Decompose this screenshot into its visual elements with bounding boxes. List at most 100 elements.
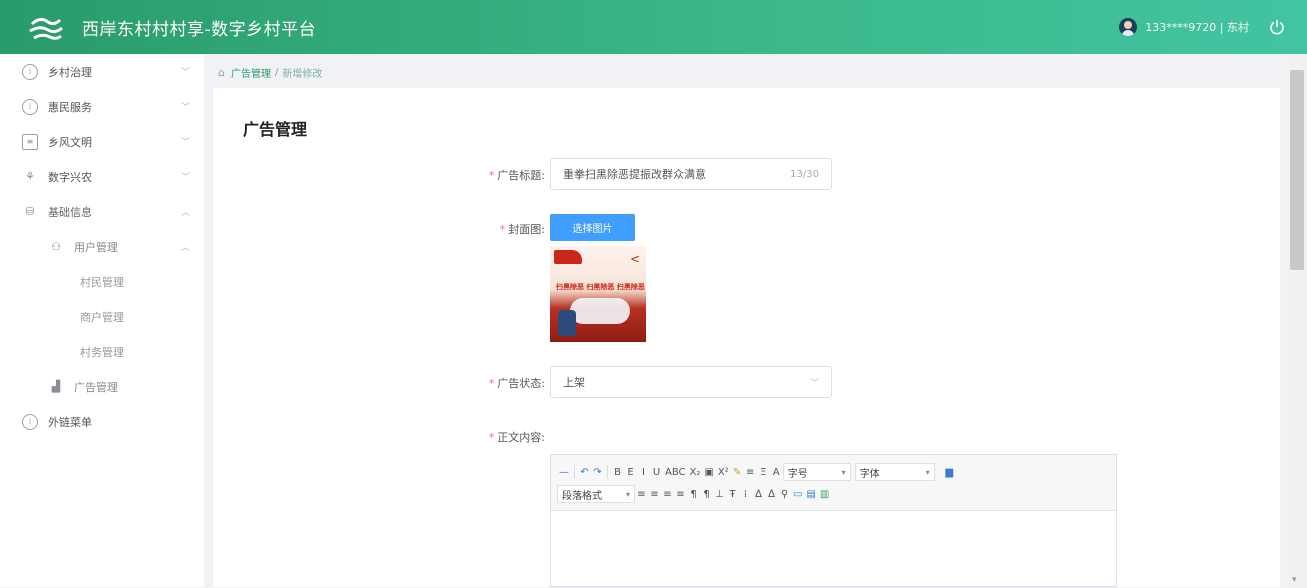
location-icon: ⌂ <box>218 65 225 79</box>
status-select[interactable]: 上架 ﹀ <box>550 366 832 398</box>
label-text: 广告状态: <box>497 377 545 390</box>
chevron-down-icon: ▾ <box>625 489 630 499</box>
content-label: * 正文内容: <box>488 431 545 444</box>
status-label: * 广告状态: <box>488 377 545 390</box>
sidebar-item-label: 用户管理 <box>74 240 118 254</box>
cover-slogan: 扫黑除恶 扫黑除恶 扫黑除恶 <box>556 283 645 291</box>
sidebar-item-merchant-mgmt[interactable]: 商户管理 <box>0 299 204 334</box>
sidebar-item-civilization[interactable]: ≡ 乡风文明 ﹀ <box>0 124 204 159</box>
chevron-down-icon: ﹀ <box>180 68 190 78</box>
font-size-label: 字号 <box>787 468 808 480</box>
figure-graphic <box>558 310 576 336</box>
sidebar-item-public-service[interactable]: ⁞ 惠民服务 ﹀ <box>0 89 204 124</box>
ad-title-label: * 广告标题: <box>488 169 545 182</box>
align-right-icon[interactable]: ≡ <box>661 485 674 503</box>
font-decrease-icon[interactable]: ᐃ <box>765 485 778 503</box>
sidebar-item-external-links[interactable]: ⁞ 外链菜单 <box>0 404 204 439</box>
sidebar-item-ad-mgmt[interactable]: ▟ 广告管理 <box>0 369 204 404</box>
sidebar-item-basic-info[interactable]: ⛁ 基础信息 ︿ <box>0 194 204 229</box>
breadcrumb-root[interactable]: 广告管理 <box>231 65 271 80</box>
app-title: 西岸东村村村享-数字乡村平台 <box>82 19 317 40</box>
bold-icon[interactable]: B <box>611 463 624 481</box>
ltr-icon[interactable]: ¶ <box>687 485 700 503</box>
align-center-icon[interactable]: ≡ <box>648 485 661 503</box>
chevron-up-icon: ︿ <box>180 208 190 218</box>
chevron-down-icon: ﹀ <box>180 138 190 148</box>
editor-toolbar: — ↶ ↷ B E I U ABC X₂ ▣ X² ✎ ≡ Ξ A 字号 ▾ 字… <box>551 455 1116 511</box>
rtl-icon[interactable]: ¶ <box>700 485 713 503</box>
search-icon[interactable]: ⚲ <box>778 485 791 503</box>
template-icon[interactable]: ▤ <box>804 485 817 503</box>
chevron-down-icon: ﹀ <box>180 173 190 183</box>
list-icon[interactable]: ⁞ <box>739 485 752 503</box>
chevron-up-icon: ︿ <box>180 243 190 253</box>
cover-image[interactable]: < 扫黑除恶 扫黑除恶 扫黑除恶 <box>550 246 646 342</box>
breadcrumb-separator: / <box>274 66 279 78</box>
power-icon[interactable] <box>1269 19 1285 35</box>
top-header: 西岸东村村村享-数字乡村平台 133****9720 | 东村 <box>0 0 1307 54</box>
scroll-down-icon[interactable]: ▾ <box>1292 575 1297 585</box>
breadcrumb-current: 新增修改 <box>282 68 323 80</box>
indent-icon[interactable]: ⊥ <box>713 485 726 503</box>
user-avatar[interactable] <box>1119 18 1138 36</box>
font-size-select[interactable]: 字号 ▾ <box>782 463 851 481</box>
border-icon[interactable]: ▣ <box>702 463 715 481</box>
sidebar-item-villager-mgmt[interactable]: 村民管理 <box>0 264 204 299</box>
undo-icon[interactable]: ↶ <box>578 463 591 481</box>
font-increase-icon[interactable]: ᐃ <box>752 485 765 503</box>
toolbar-row-1: — ↶ ↷ B E I U ABC X₂ ▣ X² ✎ ≡ Ξ A 字号 ▾ 字… <box>557 461 1110 483</box>
ad-title-value: 重拳扫黑除恶提振改群众满意 <box>563 168 706 181</box>
sidebar-item-village-affairs-mgmt[interactable]: 村务管理 <box>0 334 204 369</box>
clear-format-icon[interactable]: Ξ <box>757 463 770 481</box>
redo-icon[interactable]: ↷ <box>591 463 604 481</box>
chevron-down-icon: ▾ <box>925 467 930 477</box>
font-family-label: 字体 <box>859 468 880 480</box>
breadcrumb: ⌂ 广告管理 / 新增修改 <box>218 60 322 84</box>
decoration-icon: < <box>629 252 640 266</box>
sidebar-item-label: 村务管理 <box>80 345 124 359</box>
status-value: 上架 <box>563 376 585 389</box>
sidebar: ⁞ 乡村治理 ﹀ ⁞ 惠民服务 ﹀ ≡ 乡风文明 ﹀ ⚘ 数字兴农 ﹀ ⛁ 基础… <box>0 54 205 587</box>
select-image-button[interactable]: 选择图片 <box>550 214 635 241</box>
page-title: 广告管理 <box>243 120 308 139</box>
format-brush-icon[interactable]: ✎ <box>731 463 744 481</box>
quote-icon[interactable]: ≡ <box>744 463 757 481</box>
sprout-icon: ⚘ <box>25 170 35 183</box>
sidebar-item-label: 外链菜单 <box>48 415 92 429</box>
line-height-icon[interactable]: Ŧ <box>726 485 739 503</box>
table-icon[interactable]: ▭ <box>791 485 804 503</box>
source-icon[interactable]: ▆ <box>943 463 956 481</box>
emphasis-icon[interactable]: E <box>624 463 637 481</box>
circle-grid-icon: ⁞ <box>22 63 38 80</box>
sidebar-item-digital-agri[interactable]: ⚘ 数字兴农 ﹀ <box>0 159 204 194</box>
page-scrollbar[interactable]: ▾ <box>1287 54 1307 587</box>
image-icon[interactable]: ▥ <box>818 485 831 503</box>
italic-icon[interactable]: I <box>637 463 650 481</box>
toolbar-row-2: 段落格式 ▾ ≡ ≡ ≡ ≡ ¶ ¶ ⊥ Ŧ ⁞ ᐃ ᐃ ⚲ ▭ ▤ ▥ <box>557 483 1110 505</box>
strikethrough-icon[interactable]: ABC <box>663 463 688 481</box>
ad-title-input[interactable]: 重拳扫黑除恶提振改群众满意 13/30 <box>550 158 832 190</box>
flag-graphic <box>554 250 582 264</box>
underline-icon[interactable]: U <box>650 463 663 481</box>
superscript-icon[interactable]: X² <box>716 463 731 481</box>
circle-grid-icon: ⁞ <box>22 98 38 115</box>
sidebar-item-user-mgmt[interactable]: ⚇ 用户管理 ︿ <box>0 229 204 264</box>
scrollbar-thumb[interactable] <box>1290 70 1304 270</box>
sidebar-item-label: 数字兴农 <box>48 170 92 184</box>
label-text: 正文内容: <box>497 431 545 444</box>
align-left-icon[interactable]: ≡ <box>635 485 648 503</box>
user-info[interactable]: 133****9720 | 东村 <box>1145 19 1249 35</box>
toolbar-separator <box>574 465 575 479</box>
circle-grid-icon: ⁞ <box>22 413 38 430</box>
editor-content-area[interactable] <box>551 511 1116 588</box>
paragraph-label: 段落格式 <box>562 490 602 502</box>
sidebar-item-rural-governance[interactable]: ⁞ 乡村治理 ﹀ <box>0 54 204 89</box>
font-color-icon[interactable]: A <box>770 463 783 481</box>
paragraph-format-select[interactable]: 段落格式 ▾ <box>557 485 635 503</box>
align-justify-icon[interactable]: ≡ <box>674 485 687 503</box>
sidebar-item-label: 惠民服务 <box>48 100 92 114</box>
subscript-icon[interactable]: X₂ <box>688 463 703 481</box>
horizontal-rule-icon[interactable]: — <box>557 463 571 481</box>
font-family-select[interactable]: 字体 ▾ <box>854 463 935 481</box>
sidebar-item-label: 广告管理 <box>74 380 118 394</box>
